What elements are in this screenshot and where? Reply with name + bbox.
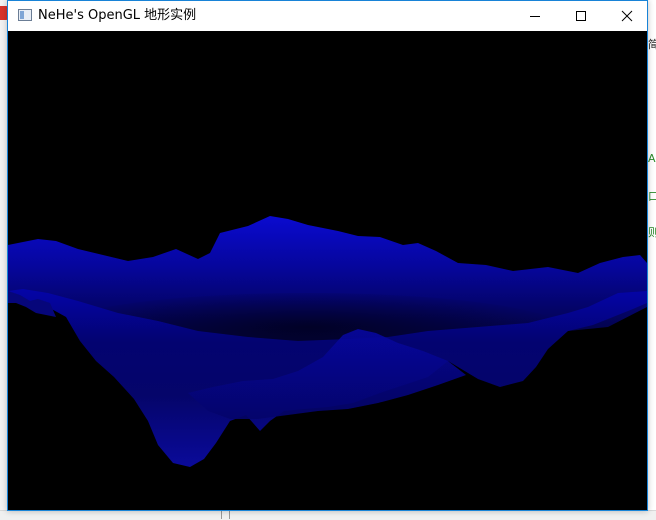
background-text-fragment: 则	[648, 226, 656, 239]
terrain-render	[8, 216, 647, 467]
opengl-viewport[interactable]	[8, 31, 647, 510]
title-bar[interactable]: NeHe's OpenGL 地形实例	[8, 1, 647, 31]
opengl-window[interactable]: NeHe's OpenGL 地形实例	[7, 0, 648, 511]
close-button[interactable]	[604, 1, 650, 31]
background-divider	[221, 511, 222, 519]
background-divider	[229, 511, 230, 519]
minimize-icon	[530, 16, 540, 17]
background-text-fragment: A	[648, 152, 656, 165]
background-text-fragment: 口	[648, 190, 656, 203]
window-title: NeHe's OpenGL 地形实例	[38, 8, 197, 23]
maximize-icon	[576, 11, 586, 21]
background-text-fragments: 简 A 口 则	[648, 0, 656, 519]
background-text-fragment: 简	[648, 38, 656, 51]
minimize-button[interactable]	[512, 1, 558, 31]
maximize-button[interactable]	[558, 1, 604, 31]
close-icon	[621, 10, 633, 22]
window-app-icon[interactable]	[18, 9, 32, 21]
